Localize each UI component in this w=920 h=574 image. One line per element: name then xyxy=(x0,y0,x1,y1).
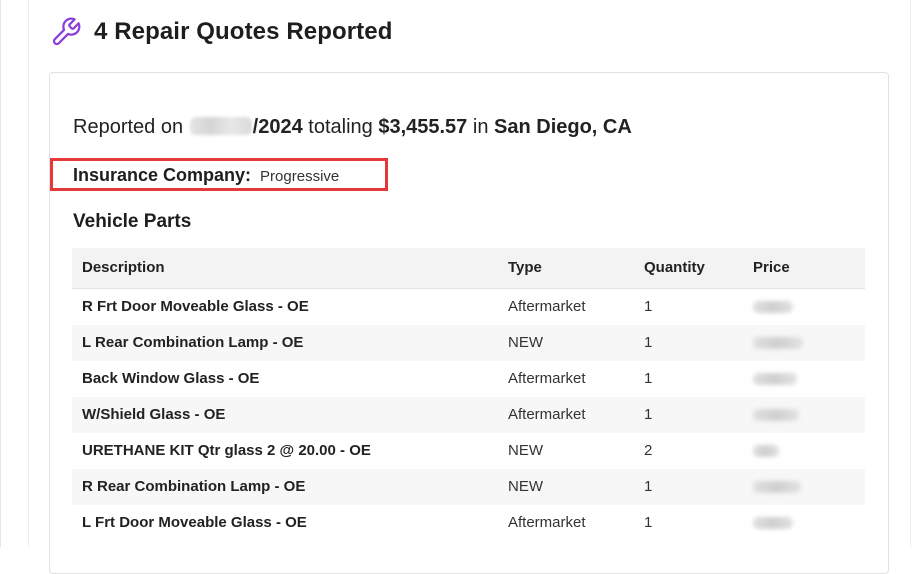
redacted-price xyxy=(753,445,779,458)
part-quantity: 1 xyxy=(644,334,653,351)
table-row: URETHANE KIT Qtr glass 2 @ 20.00 - OE NEW… xyxy=(72,433,865,469)
redacted-price xyxy=(753,409,799,422)
redacted-price xyxy=(753,481,801,494)
table-header-row: Description Type Quantity Price xyxy=(72,248,865,289)
part-type: NEW xyxy=(508,478,543,495)
part-type: Aftermarket xyxy=(508,370,586,387)
part-quantity: 1 xyxy=(644,298,653,315)
part-quantity: 1 xyxy=(644,478,653,495)
insurance-label: Insurance Company: xyxy=(73,165,252,185)
redacted-price xyxy=(753,301,793,314)
table-row: W/Shield Glass - OE Aftermarket 1 xyxy=(72,396,865,433)
part-description: Back Window Glass - OE xyxy=(82,370,260,387)
part-price xyxy=(743,361,865,397)
column-header-description: Description xyxy=(72,248,498,289)
column-header-price: Price xyxy=(743,248,865,289)
content-rail-right xyxy=(910,0,911,547)
part-price xyxy=(743,433,865,469)
redacted-price xyxy=(753,337,803,350)
part-type: NEW xyxy=(508,334,543,351)
insurance-value: Progressive xyxy=(260,168,340,185)
part-type: Aftermarket xyxy=(508,514,586,531)
table-row: L Frt Door Moveable Glass - OE Aftermarke… xyxy=(72,505,865,541)
part-description: W/Shield Glass - OE xyxy=(82,406,226,423)
part-description: L Rear Combination Lamp - OE xyxy=(82,334,304,351)
part-price xyxy=(743,469,865,505)
part-description: R Frt Door Moveable Glass - OE xyxy=(82,298,309,315)
part-price xyxy=(743,288,865,325)
content-rail-left xyxy=(28,0,29,547)
vehicle-parts-table: Description Type Quantity Price R Frt Do… xyxy=(72,248,865,541)
report-summary: Reported on /2024 totaling $3,455.57 in … xyxy=(73,116,632,139)
redacted-price xyxy=(753,517,793,530)
report-total: $3,455.57 xyxy=(378,116,468,138)
part-type: Aftermarket xyxy=(508,298,586,315)
redacted-price xyxy=(753,373,797,386)
part-quantity: 1 xyxy=(644,514,653,531)
in-word: in xyxy=(472,116,489,138)
column-header-quantity: Quantity xyxy=(634,248,743,289)
section-title: 4 Repair Quotes Reported xyxy=(94,18,393,45)
table-row: Back Window Glass - OE Aftermarket 1 xyxy=(72,361,865,397)
part-quantity: 1 xyxy=(644,406,653,423)
report-location: San Diego, CA xyxy=(494,116,632,138)
part-quantity: 1 xyxy=(644,370,653,387)
table-row: R Frt Door Moveable Glass - OE Aftermarke… xyxy=(72,288,865,325)
part-description: R Rear Combination Lamp - OE xyxy=(82,478,306,495)
part-type: Aftermarket xyxy=(508,406,586,423)
table-row: R Rear Combination Lamp - OE NEW 1 xyxy=(72,468,865,505)
part-price xyxy=(743,505,865,541)
table-row: L Rear Combination Lamp - OE NEW 1 xyxy=(72,324,865,361)
redacted-date xyxy=(189,117,252,135)
page-left-border xyxy=(0,0,1,547)
part-quantity: 2 xyxy=(644,442,653,459)
part-description: L Frt Door Moveable Glass - OE xyxy=(82,514,307,531)
report-prefix: Reported on xyxy=(73,116,184,138)
part-description: URETHANE KIT Qtr glass 2 @ 20.00 - OE xyxy=(82,442,371,459)
part-price xyxy=(743,325,865,361)
insurance-company: Insurance Company: Progressive xyxy=(73,165,339,186)
vehicle-parts-title: Vehicle Parts xyxy=(73,211,192,232)
column-header-type: Type xyxy=(498,248,634,289)
part-price xyxy=(743,397,865,433)
part-type: NEW xyxy=(508,442,543,459)
section-header: 4 Repair Quotes Reported xyxy=(50,14,392,50)
totaling-word: totaling xyxy=(308,116,373,138)
report-year: /2024 xyxy=(252,116,303,138)
wrench-icon xyxy=(52,17,81,46)
